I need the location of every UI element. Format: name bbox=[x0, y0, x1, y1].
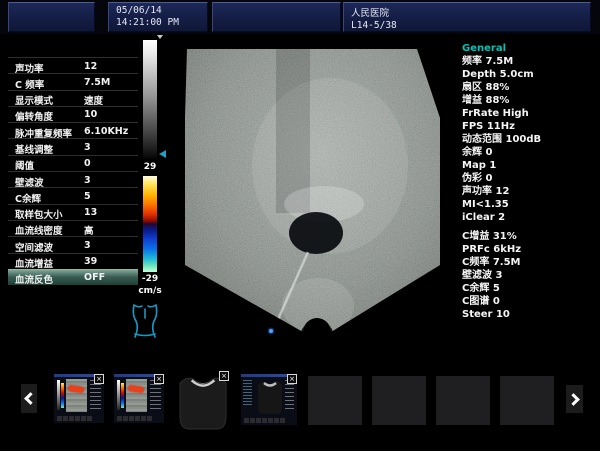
info-c-persistence: C余辉 5 bbox=[462, 282, 598, 295]
down-caret-icon bbox=[157, 35, 163, 39]
thumbnail-placeholder bbox=[500, 376, 554, 425]
chevron-right-icon bbox=[567, 393, 580, 406]
info-fps: FPS 11Hz bbox=[462, 120, 598, 133]
param-row-prf: 脉冲重复频率6.10KHz bbox=[8, 122, 138, 138]
info-depth: Depth 5.0cm bbox=[462, 68, 598, 81]
info-frequency: 频率 7.5M bbox=[462, 55, 598, 68]
date-text: 05/06/14 bbox=[109, 3, 207, 16]
thumbnail-placeholder bbox=[372, 376, 426, 425]
info-c-gain: C增益 31% bbox=[462, 230, 598, 243]
thumb-grayscale-bar bbox=[57, 380, 60, 410]
time-text: 14:21:00 PM bbox=[109, 16, 207, 28]
patient-info-box bbox=[8, 2, 95, 32]
filmstrip-next-button[interactable] bbox=[566, 385, 583, 413]
param-row-steer-angle: 偏转角度10 bbox=[8, 106, 138, 122]
close-icon[interactable]: × bbox=[154, 374, 164, 384]
parameter-panel: 声功率12 C 频率7.5M 显示模式速度 偏转角度10 脉冲重复频率6.10K… bbox=[8, 57, 138, 285]
datetime-box: 05/06/14 14:21:00 PM bbox=[108, 2, 208, 32]
thumb-fan-image bbox=[257, 378, 283, 415]
info-wall-filter: 壁滤波 3 bbox=[462, 269, 598, 282]
param-row-wall-filter: 壁滤波3 bbox=[8, 171, 138, 187]
close-icon[interactable]: × bbox=[287, 374, 297, 384]
filmstrip-prev-button[interactable] bbox=[21, 384, 37, 413]
cursor-dot bbox=[269, 329, 273, 333]
close-icon[interactable]: × bbox=[219, 371, 229, 381]
param-row-line-density: 血流线密度高 bbox=[8, 220, 138, 236]
param-row-c-frequency: C 频率7.5M bbox=[8, 73, 138, 89]
thumbnail-fan-large[interactable]: × bbox=[177, 371, 229, 432]
thumbnail-placeholder bbox=[436, 376, 490, 425]
thumb-grayscale-bar bbox=[117, 380, 120, 410]
thumb-filmstrip bbox=[117, 416, 152, 422]
param-row-flow-invert-selected: 血流反色OFF bbox=[8, 269, 138, 285]
color-doppler-bar bbox=[143, 176, 157, 272]
info-gain: 增益 88% bbox=[462, 94, 598, 107]
thumbnail-placeholder bbox=[308, 376, 362, 425]
body-marker-icon bbox=[126, 301, 164, 345]
top-bar: 05/06/14 14:21:00 PM 人民医院 L14-5/38 bbox=[0, 0, 600, 34]
thumb-image bbox=[126, 379, 147, 412]
thumb-text-column-right bbox=[285, 380, 294, 410]
param-row-acoustic-power: 声功率12 bbox=[8, 57, 138, 73]
thumb-text-column bbox=[150, 380, 161, 410]
param-row-packet-size: 取样包大小13 bbox=[8, 204, 138, 220]
param-row-c-persistence: C余辉5 bbox=[8, 187, 138, 203]
gain-marker-icon bbox=[159, 150, 166, 158]
chevron-left-icon bbox=[24, 392, 37, 405]
probe-model: L14-5/38 bbox=[344, 19, 590, 31]
param-row-threshold: 阈值0 bbox=[8, 155, 138, 171]
info-c-frequency: C频率 7.5M bbox=[462, 256, 598, 269]
velocity-unit: cm/s bbox=[137, 286, 163, 296]
velocity-scale-max: 29 bbox=[137, 162, 163, 172]
ultrasound-image[interactable] bbox=[178, 38, 452, 344]
info-dynamic-range: 动态范围 100dB bbox=[462, 133, 598, 146]
grayscale-bar bbox=[143, 40, 157, 160]
thumb-filmstrip bbox=[57, 416, 92, 422]
info-iclear: iClear 2 bbox=[462, 211, 598, 224]
info-steer: Steer 10 bbox=[462, 308, 598, 321]
thumbnail-doppler-1[interactable]: × bbox=[54, 374, 104, 423]
param-row-spatial-filter: 空间滤波3 bbox=[8, 236, 138, 252]
thumb-colorbar bbox=[121, 383, 124, 408]
thumb-filmstrip bbox=[244, 418, 285, 424]
param-row-color-gain: 血流增益39 bbox=[8, 253, 138, 269]
param-row-display-mode: 显示模式速度 bbox=[8, 90, 138, 106]
hospital-name: 人民医院 bbox=[344, 3, 590, 19]
info-prfc: PRFc 6kHz bbox=[462, 243, 598, 256]
info-chroma: 伪彩 0 bbox=[462, 172, 598, 185]
info-c-map: C图谱 0 bbox=[462, 295, 598, 308]
thumb-text-column bbox=[90, 380, 101, 410]
ultrasound-screen: 05/06/14 14:21:00 PM 人民医院 L14-5/38 声功率12… bbox=[0, 0, 600, 451]
velocity-scale-min: -29 bbox=[137, 274, 163, 284]
thumb-colorbar bbox=[61, 383, 64, 408]
thumb-image bbox=[66, 379, 87, 412]
info-sector: 扇区 88% bbox=[462, 81, 598, 94]
info-map: Map 1 bbox=[462, 159, 598, 172]
info-mi: MI<1.35 bbox=[462, 198, 598, 211]
info-acoustic-power: 声功率 12 bbox=[462, 185, 598, 198]
param-row-baseline: 基线调整3 bbox=[8, 138, 138, 154]
preset-title: General bbox=[462, 42, 598, 55]
thumbnail-doppler-2[interactable]: × bbox=[114, 374, 164, 423]
close-icon[interactable]: × bbox=[94, 374, 104, 384]
info-frame-rate: FrRate High bbox=[462, 107, 598, 120]
thumbnail-fan-ui[interactable]: × bbox=[241, 374, 297, 425]
exam-info-box bbox=[212, 2, 341, 32]
hospital-box: 人民医院 L14-5/38 bbox=[343, 2, 591, 32]
info-persistence: 余辉 0 bbox=[462, 146, 598, 159]
image-info-panel: General 频率 7.5M Depth 5.0cm 扇区 88% 增益 88… bbox=[462, 42, 598, 321]
thumb-text-column bbox=[243, 380, 252, 406]
